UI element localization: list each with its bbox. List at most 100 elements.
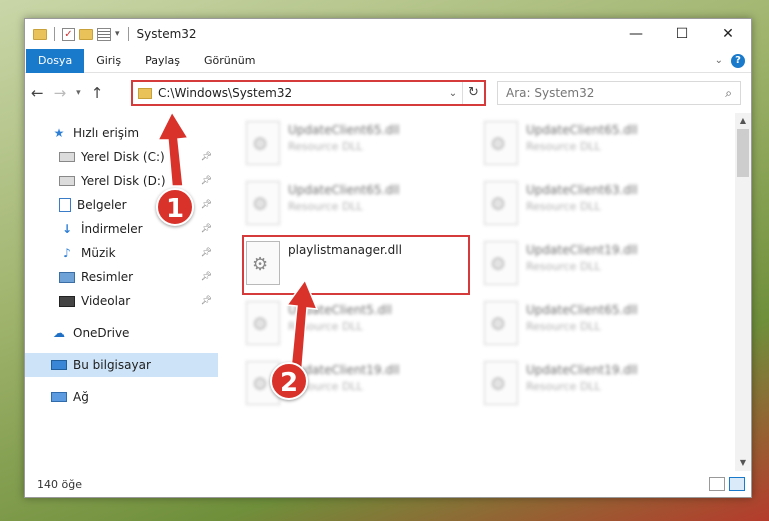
status-bar: 140 öğe xyxy=(25,471,751,497)
dll-file-icon xyxy=(484,361,518,405)
title-bar: ✓ ▾ System32 — ☐ ✕ xyxy=(25,19,751,49)
sidebar-item-disk-c[interactable]: Yerel Disk (C:) 📌︎ xyxy=(25,145,218,169)
sidebar-item-disk-d[interactable]: Yerel Disk (D:) 📌︎ xyxy=(25,169,218,193)
search-box[interactable]: ⌕ xyxy=(497,81,741,105)
scroll-down-icon[interactable]: ▼ xyxy=(735,455,751,471)
dll-file-icon xyxy=(484,181,518,225)
cloud-icon: ☁ xyxy=(53,326,65,340)
file-name: UpdateClient65.dll xyxy=(288,183,400,197)
file-item[interactable]: UpdateClient65.dll Resource DLL xyxy=(246,121,474,177)
scroll-up-icon[interactable]: ▲ xyxy=(735,113,751,129)
file-type: Resource DLL xyxy=(288,200,363,213)
network-icon xyxy=(51,392,67,402)
tab-gorunum[interactable]: Görünüm xyxy=(192,49,267,73)
folder-icon[interactable] xyxy=(33,28,47,40)
dll-file-icon xyxy=(246,301,280,345)
refresh-icon[interactable]: ↻ xyxy=(462,82,484,104)
sidebar-item-downloads[interactable]: ↓ İndirmeler 📌︎ xyxy=(25,217,218,241)
sidebar-item-network[interactable]: Ağ xyxy=(25,385,218,409)
dll-file-icon xyxy=(484,301,518,345)
computer-icon xyxy=(51,360,67,370)
file-type: Resource DLL xyxy=(288,140,363,153)
sidebar-item-label: Belgeler xyxy=(77,198,127,212)
tab-giris[interactable]: Giriş xyxy=(84,49,133,73)
file-item[interactable]: UpdateClient65.dll Resource DLL xyxy=(484,121,712,177)
recent-locations-icon[interactable]: ▾ xyxy=(76,88,81,98)
file-name: UpdateClient19.dll xyxy=(526,363,638,377)
minimize-button[interactable]: — xyxy=(613,19,659,49)
file-type: Resource DLL xyxy=(526,140,601,153)
address-bar[interactable]: C:\Windows\System32 ⌄ ↻ xyxy=(131,80,486,106)
scrollbar-thumb[interactable] xyxy=(737,129,749,177)
view-switcher xyxy=(709,477,751,491)
file-type: Resource DLL xyxy=(288,320,363,333)
item-count: 140 öğe xyxy=(37,477,82,491)
sidebar-item-onedrive[interactable]: ☁ OneDrive xyxy=(25,321,218,345)
file-item[interactable]: UpdateClient65.dll Resource DLL xyxy=(484,301,712,357)
step-2-badge: 2 xyxy=(270,362,308,400)
file-type: Resource DLL xyxy=(526,380,601,393)
ribbon-tabs: Dosya Giriş Paylaş Görünüm ⌄ ? xyxy=(25,48,751,73)
pin-icon[interactable]: 📌︎ xyxy=(201,248,212,258)
file-item[interactable]: UpdateClient65.dll Resource DLL xyxy=(246,181,474,237)
details-view-icon[interactable] xyxy=(709,477,725,491)
forward-arrow-icon[interactable]: → xyxy=(54,84,67,102)
back-arrow-icon[interactable]: ← xyxy=(31,84,44,102)
pin-icon[interactable]: 📌︎ xyxy=(201,152,212,162)
sidebar-item-label: Yerel Disk (C:) xyxy=(81,150,165,164)
properties-check-icon[interactable]: ✓ xyxy=(62,27,75,41)
dll-file-icon xyxy=(246,181,280,225)
sidebar-item-label: OneDrive xyxy=(73,326,130,340)
window-title: System32 xyxy=(136,27,197,41)
documents-icon xyxy=(59,198,71,212)
file-item[interactable]: UpdateClient19.dll Resource DLL xyxy=(484,241,712,297)
file-item[interactable]: UpdateClient63.dll Resource DLL xyxy=(484,181,712,237)
pin-icon[interactable]: 📌︎ xyxy=(201,200,212,210)
close-button[interactable]: ✕ xyxy=(705,19,751,49)
tab-dosya[interactable]: Dosya xyxy=(26,48,85,73)
sidebar-item-this-pc[interactable]: Bu bilgisayar xyxy=(25,353,218,377)
pin-icon[interactable]: 📌︎ xyxy=(201,296,212,306)
sidebar-item-label: Hızlı erişim xyxy=(73,126,140,140)
sidebar-item-quick-access[interactable]: ★ Hızlı erişim xyxy=(25,121,218,145)
sidebar-item-videos[interactable]: Videolar 📌︎ xyxy=(25,289,218,313)
pin-icon[interactable]: 📌︎ xyxy=(201,224,212,234)
help-icon[interactable]: ? xyxy=(731,53,745,68)
pin-icon[interactable]: 📌︎ xyxy=(201,176,212,186)
explorer-window: ✓ ▾ System32 — ☐ ✕ Dosya Giriş Paylaş Gö… xyxy=(24,18,752,498)
customize-toolbar-icon[interactable]: ▾ xyxy=(115,29,120,39)
navigation-pane: ★ Hızlı erişim Yerel Disk (C:) 📌︎ Yerel … xyxy=(25,113,218,471)
address-row: ← → ▾ ↑ C:\Windows\System32 ⌄ ↻ ⌕ xyxy=(25,73,751,113)
large-icons-view-icon[interactable] xyxy=(729,477,745,491)
properties-icon[interactable] xyxy=(97,27,111,41)
sidebar-item-pictures[interactable]: Resimler 📌︎ xyxy=(25,265,218,289)
file-list: UpdateClient65.dll Resource DLL UpdateCli… xyxy=(218,113,751,471)
file-type: Resource DLL xyxy=(526,260,601,273)
search-input[interactable] xyxy=(506,86,726,100)
videos-icon xyxy=(59,295,75,307)
file-item[interactable]: UpdateClient19.dll Resource DLL xyxy=(484,361,712,417)
navigation-buttons: ← → ▾ ↑ xyxy=(31,84,131,102)
up-arrow-icon[interactable]: ↑ xyxy=(91,84,104,102)
tab-paylas[interactable]: Paylaş xyxy=(133,49,192,73)
pin-icon[interactable]: 📌︎ xyxy=(201,272,212,282)
sidebar-item-label: Ağ xyxy=(73,390,89,404)
quick-access-toolbar: ✓ ▾ xyxy=(33,27,120,41)
expand-ribbon-icon[interactable]: ⌄ xyxy=(715,55,723,66)
chevron-down-icon[interactable]: ⌄ xyxy=(444,88,462,99)
sidebar-item-label: Resimler xyxy=(81,270,134,284)
search-icon[interactable]: ⌕ xyxy=(725,86,732,101)
maximize-button[interactable]: ☐ xyxy=(659,19,705,49)
divider xyxy=(127,27,129,41)
file-name: UpdateClient65.dll xyxy=(526,303,638,317)
folder-icon xyxy=(138,87,152,99)
sidebar-item-music[interactable]: ♪ Müzik 📌︎ xyxy=(25,241,218,265)
disk-icon xyxy=(59,152,75,162)
sidebar-item-label: Yerel Disk (D:) xyxy=(81,174,166,188)
file-item[interactable]: UpdateClient5.dll Resource DLL xyxy=(246,301,474,357)
address-path[interactable]: C:\Windows\System32 xyxy=(158,86,444,100)
new-folder-icon[interactable] xyxy=(79,28,93,40)
sidebar-item-label: Videolar xyxy=(81,294,131,308)
file-name: UpdateClient65.dll xyxy=(526,123,638,137)
vertical-scrollbar[interactable]: ▲ ▼ xyxy=(735,113,751,471)
